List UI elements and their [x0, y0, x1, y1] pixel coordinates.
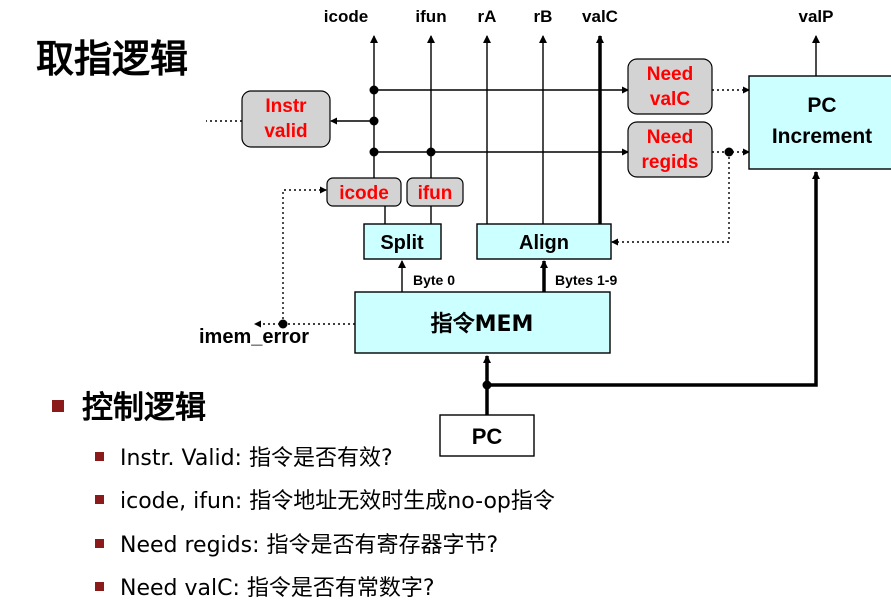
- instruction-memory-label: 指令MEM: [431, 311, 534, 337]
- output-ra-label: rA: [478, 7, 497, 26]
- need-valc-line1: Need: [647, 64, 693, 85]
- instr-valid-line2: valid: [264, 121, 307, 142]
- icode-control-label: icode: [339, 183, 389, 204]
- pc-increment-line2: Increment: [772, 125, 872, 148]
- junction-dot: [369, 116, 379, 126]
- need-regids-block: Need regids: [627, 121, 713, 178]
- bytes19-label: Bytes 1-9: [555, 272, 617, 288]
- imem-error-label: imem_error: [199, 326, 309, 348]
- need-regids-line2: regids: [641, 152, 698, 173]
- align-block: Align: [476, 223, 612, 260]
- ifun-control-label: ifun: [418, 183, 453, 204]
- need-valc-line2: valC: [650, 89, 690, 110]
- split-block: Split: [363, 223, 442, 260]
- pc-increment-block: PC Increment: [748, 75, 891, 170]
- page-title: 取指逻辑: [36, 37, 188, 81]
- junction-dot: [369, 85, 379, 95]
- split-label: Split: [380, 232, 424, 254]
- output-rb-label: rB: [534, 7, 553, 26]
- junction-dot: [369, 147, 379, 157]
- instr-valid-block: Instr valid: [241, 90, 331, 148]
- byte0-label: Byte 0: [413, 272, 455, 288]
- pc-increment-line1: PC: [807, 94, 836, 117]
- imem-error-to-icode-wire: [282, 186, 327, 324]
- output-ifun-label: ifun: [415, 7, 446, 26]
- junction-dot: [426, 147, 436, 157]
- need-regids-line1: Need: [647, 127, 693, 148]
- output-valp-label: valP: [799, 7, 834, 26]
- pc-block: PC: [439, 414, 535, 457]
- ifun-control-block: ifun: [406, 177, 464, 207]
- need-valc-block: Need valC: [627, 58, 713, 115]
- output-valc-label: valC: [582, 7, 618, 26]
- align-label: Align: [519, 232, 569, 254]
- icode-control-block: icode: [326, 177, 402, 207]
- output-icode-label: icode: [324, 7, 368, 26]
- pc-label: PC: [472, 424, 503, 449]
- instr-valid-line1: Instr: [265, 96, 307, 117]
- instruction-memory-block: 指令MEM: [354, 291, 611, 354]
